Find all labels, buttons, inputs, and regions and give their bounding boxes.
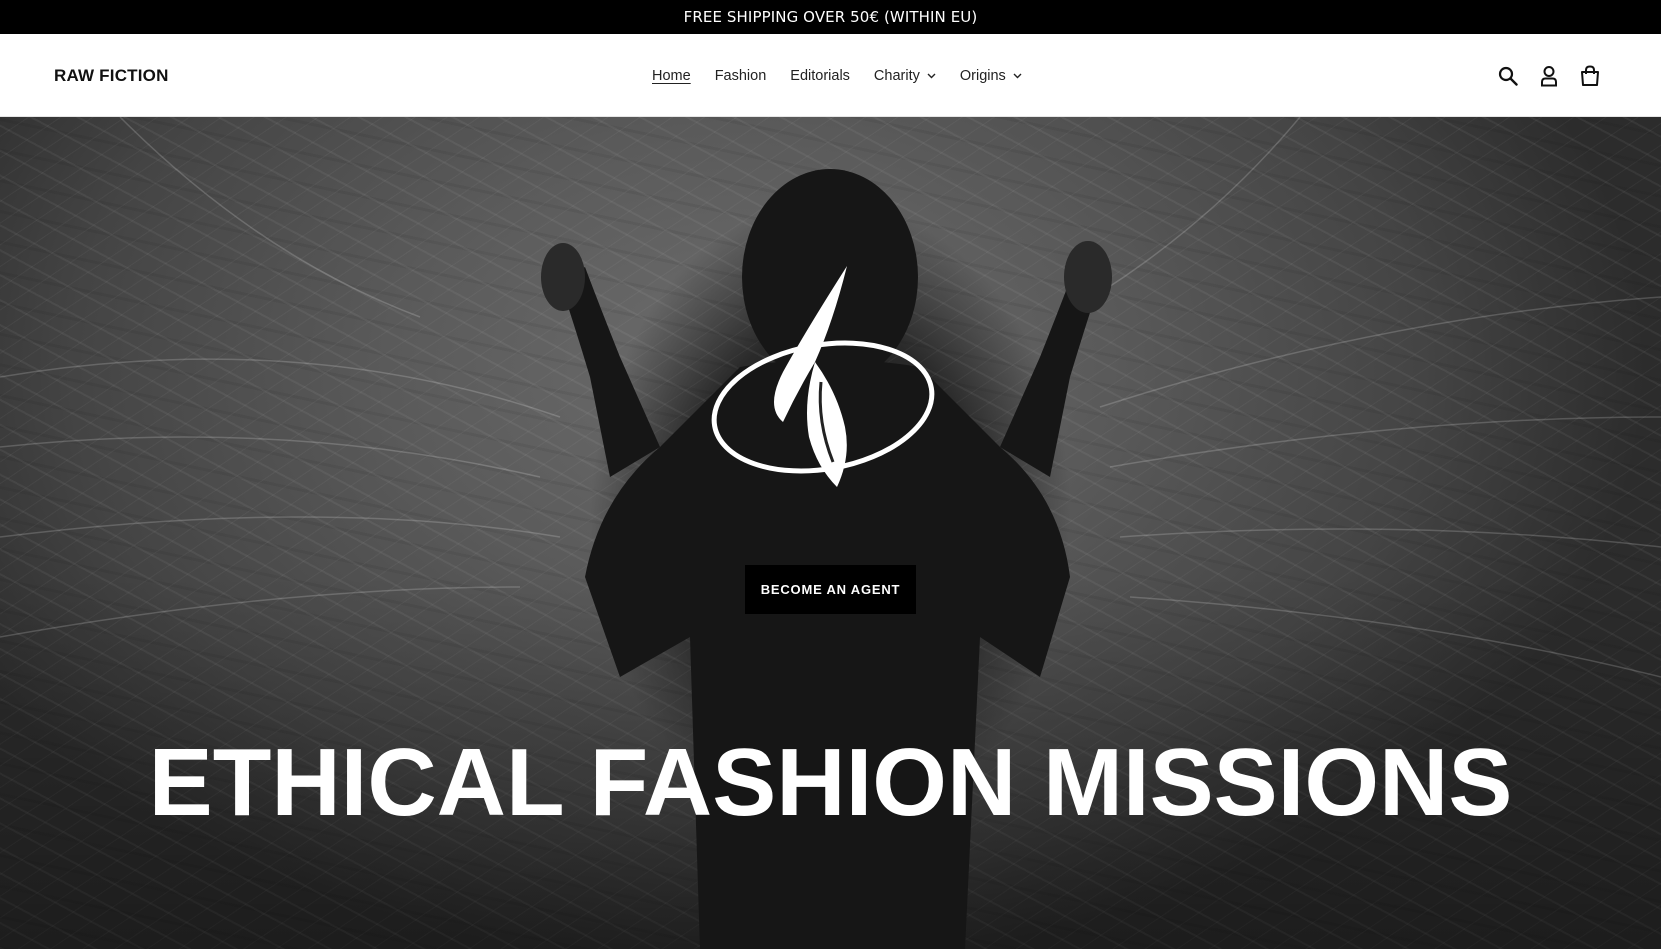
announcement-text: FREE SHIPPING OVER 50€ (WITHIN EU) [683,8,978,26]
hero-headline: ETHICAL FASHION MISSIONS [148,729,1513,836]
nav-label: Origins [959,67,1006,84]
search-icon[interactable] [1497,65,1519,87]
nav-label: Editorials [790,67,850,84]
nav-label: Fashion [714,67,767,84]
header-icons [1497,34,1601,117]
nav-label: Home [652,67,691,84]
nav-item-fashion[interactable]: Fashion [703,68,779,84]
become-agent-button[interactable]: BECOME AN AGENT [745,565,916,614]
chevron-down-icon [1013,73,1022,78]
cart-icon[interactable] [1579,64,1601,87]
brand-leaf-logo [711,266,935,487]
site-logo[interactable]: RAW FICTION [54,34,169,117]
nav-label: Charity [873,67,920,84]
main-nav: Home Fashion Editorials Charity Origins [640,34,1034,117]
nav-item-home[interactable]: Home [640,68,703,84]
announcement-bar: FREE SHIPPING OVER 50€ (WITHIN EU) [0,0,1661,34]
site-header: RAW FICTION Home Fashion Editorials Char… [0,34,1661,117]
account-icon[interactable] [1538,65,1560,87]
nav-item-editorials[interactable]: Editorials [778,68,862,84]
nav-item-origins[interactable]: Origins [948,68,1034,84]
nav-item-charity[interactable]: Charity [862,68,948,84]
hero-banner: BECOME AN AGENT ETHICAL FASHION MISSIONS [0,117,1661,949]
chevron-down-icon [927,73,936,78]
